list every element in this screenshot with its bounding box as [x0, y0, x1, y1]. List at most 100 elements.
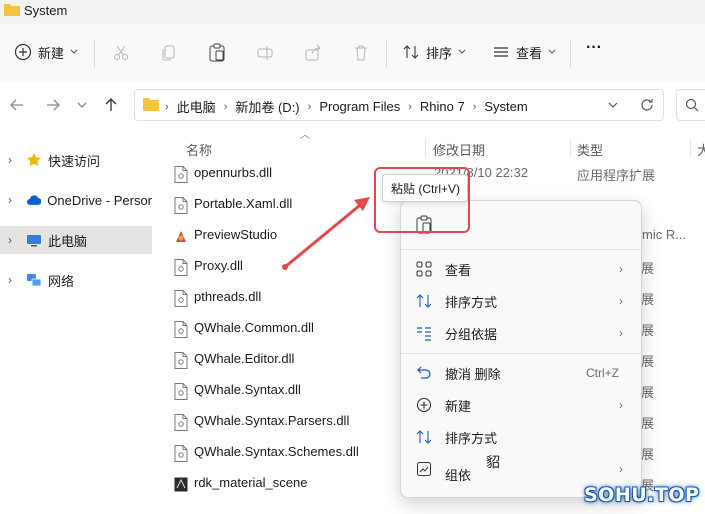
menu-item-new[interactable]: 新建 › — [409, 390, 633, 420]
sidebar-item-label: OneDrive - Persor — [47, 192, 152, 208]
app-icon — [176, 231, 186, 242]
menu-item-group-by[interactable]: 分组依据 › — [409, 318, 633, 348]
menu-item-sort-by[interactable]: 排序方式 › — [409, 286, 633, 316]
new-button[interactable]: 新建 — [14, 37, 78, 67]
sort-button[interactable]: 排序 — [402, 37, 466, 67]
file-name: QWhale.Syntax.Parsers.dll — [194, 413, 350, 428]
sidebar-item-network[interactable]: › 网络 — [0, 266, 152, 294]
search-box[interactable] — [676, 89, 705, 121]
file-type-partial: 展 — [641, 416, 655, 431]
dll-file-icon — [174, 352, 188, 369]
computer-icon — [27, 235, 41, 247]
more-options-button[interactable]: ··· — [586, 39, 602, 57]
view-button-label: 查看 — [516, 45, 543, 61]
cloud-icon — [26, 195, 42, 205]
address-bar[interactable]: › 此电脑 › 新加卷 (D:) › Program Files › Rhino… — [134, 89, 664, 121]
back-arrow-icon[interactable] — [8, 96, 26, 114]
window-title: System — [24, 3, 68, 18]
chevron-right-icon[interactable]: › — [8, 273, 16, 287]
breadcrumb-item[interactable]: System — [484, 99, 527, 114]
file-name: rdk_material_scene — [194, 475, 308, 490]
dll-file-icon — [174, 383, 188, 400]
dll-file-icon — [174, 414, 188, 431]
column-header-date[interactable]: 修改日期 — [433, 140, 485, 159]
menu-item-label: 组依 — [445, 467, 472, 483]
share-icon[interactable] — [304, 44, 322, 62]
file-name: QWhale.Syntax.Schemes.dll — [194, 444, 359, 459]
sort-icon — [403, 45, 419, 59]
dll-file-icon — [174, 290, 188, 307]
refresh-icon[interactable] — [639, 97, 655, 113]
sidebar-item-this-pc[interactable]: › 此电脑 — [0, 226, 152, 254]
menu-item-label: 排序方式 — [445, 294, 498, 310]
column-header-size[interactable]: 大 — [697, 140, 705, 159]
plus-circle-icon — [14, 43, 32, 61]
chevron-down-icon — [70, 49, 78, 54]
breadcrumb-item[interactable]: Rhino 7 — [420, 99, 465, 114]
chevron-right-icon: › — [307, 100, 312, 113]
chevron-right-icon: › — [223, 100, 228, 113]
breadcrumb-item[interactable]: Program Files — [319, 99, 400, 114]
annotation-arrow — [282, 197, 370, 270]
breadcrumb-item[interactable]: 新加卷 (D:) — [235, 97, 299, 116]
chevron-down-icon[interactable] — [607, 98, 619, 112]
plus-circle-icon — [416, 397, 432, 413]
menu-item-sort-by-2[interactable]: 排序方式 — [409, 422, 633, 452]
folder-icon — [4, 4, 20, 16]
menu-item-view[interactable]: 查看 › — [409, 254, 633, 284]
dll-file-icon — [174, 321, 188, 338]
forward-arrow-icon[interactable] — [44, 96, 62, 114]
overlapping-text: 貂 — [486, 454, 500, 470]
undo-icon — [417, 366, 431, 379]
sidebar-item-label: 网络 — [48, 273, 75, 289]
file-type: 应用程序扩展 — [577, 168, 656, 183]
chevron-down-icon — [548, 49, 556, 54]
sidebar-item-onedrive[interactable]: › OneDrive - Persor — [0, 186, 152, 214]
menu-item-label: 新建 — [445, 398, 472, 414]
sort-icon — [416, 294, 432, 308]
dll-file-icon — [174, 166, 188, 183]
paste-icon[interactable] — [208, 43, 226, 63]
watermark: SOHU.TOP — [584, 484, 700, 506]
file-type-partial: 展 — [641, 385, 655, 400]
column-header-name[interactable]: 名称 — [186, 140, 212, 159]
menu-item-undo-delete[interactable]: 撤消 删除 Ctrl+Z — [409, 358, 633, 388]
copy-icon[interactable] — [160, 44, 178, 62]
chevron-down-icon[interactable] — [76, 96, 88, 114]
tooltip-text: 粘贴 (Ctrl+V) — [391, 182, 461, 196]
chevron-right-icon[interactable]: › — [8, 233, 16, 247]
sort-ascending-icon: ︿ — [300, 130, 310, 141]
delete-icon[interactable] — [352, 44, 370, 62]
chevron-right-icon[interactable]: › — [8, 153, 16, 167]
group-icon — [417, 327, 431, 341]
chevron-right-icon: › — [408, 100, 412, 113]
file-type-partial: mic R... — [642, 227, 687, 242]
menu-item-group-by-2[interactable]: 组依 › 貂 — [409, 454, 633, 484]
sidebar-item-quick-access[interactable]: › 快速访问 — [0, 146, 152, 174]
menu-item-label: 排序方式 — [445, 430, 498, 446]
command-bar: 新建 排序 查看 ··· — [0, 24, 705, 83]
shortcut-label: Ctrl+Z — [586, 366, 619, 380]
properties-icon — [417, 462, 431, 476]
breadcrumb-item[interactable]: 此电脑 — [177, 97, 216, 116]
new-button-label: 新建 — [38, 45, 65, 61]
grid-icon — [416, 261, 432, 277]
breadcrumb: › 此电脑 › 新加卷 (D:) › Program Files › Rhino… — [165, 97, 528, 116]
chevron-right-icon[interactable]: › — [8, 193, 16, 207]
cut-icon[interactable] — [112, 44, 130, 62]
column-header-row: ︿ 名称 修改日期 类型 大 — [160, 130, 705, 164]
menu-item-label: 查看 — [445, 262, 472, 278]
column-header-type[interactable]: 类型 — [577, 140, 603, 159]
chevron-down-icon — [458, 49, 466, 54]
dll-file-icon — [174, 259, 188, 276]
file-type-partial: 展 — [641, 354, 655, 369]
dll-file-icon — [174, 197, 188, 214]
up-arrow-icon[interactable] — [102, 96, 120, 114]
sort-icon — [416, 430, 432, 444]
scene-file-icon — [174, 477, 188, 492]
rename-icon[interactable] — [256, 44, 274, 62]
view-button[interactable]: 查看 — [492, 37, 556, 67]
file-name: PreviewStudio — [194, 227, 278, 242]
file-name: QWhale.Common.dll — [194, 320, 314, 335]
sort-button-label: 排序 — [426, 45, 453, 61]
